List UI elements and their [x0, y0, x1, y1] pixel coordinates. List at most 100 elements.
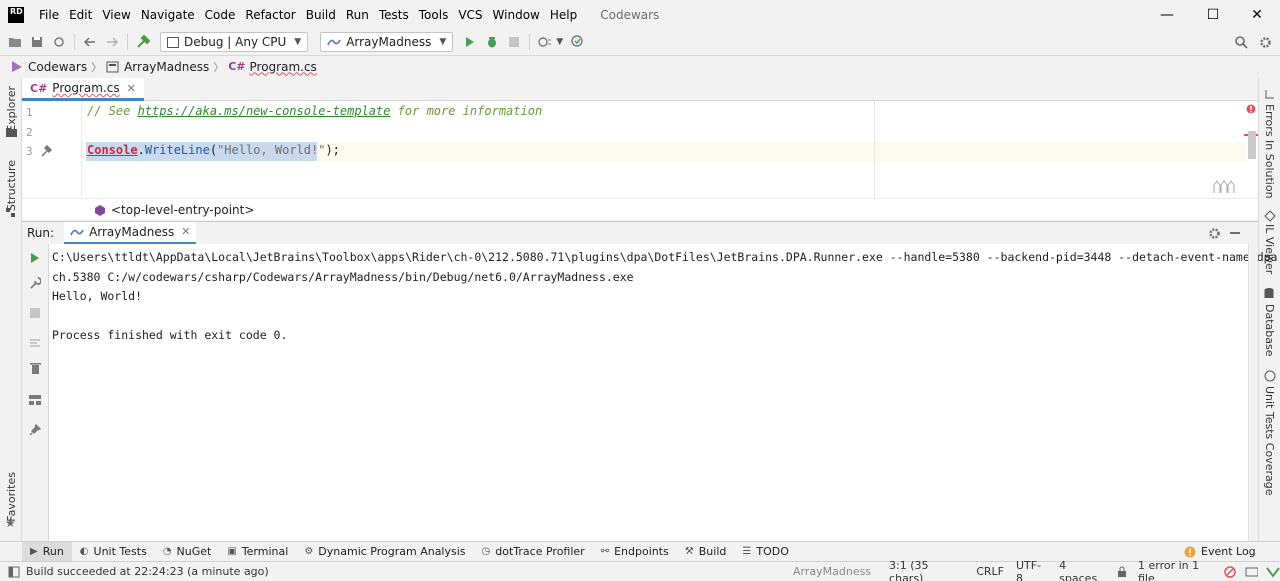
menu-refactor[interactable]: Refactor [240, 0, 300, 30]
tool-tab-nuget[interactable]: ◔ NuGet [155, 542, 220, 562]
close-tab-icon[interactable]: ✕ [181, 225, 190, 238]
menu-code[interactable]: Code [200, 0, 241, 30]
menu-edit[interactable]: Edit [64, 0, 97, 30]
title-bar: RD File Edit View Navigate Code Refactor… [0, 0, 1280, 30]
error-marker-icon[interactable] [1246, 104, 1256, 114]
settings-gear-icon[interactable] [1254, 31, 1276, 53]
status-bar: Build succeeded at 22:24:23 (a minute ag… [0, 559, 1280, 581]
open-folder-icon[interactable] [4, 31, 26, 53]
debug-bug-icon[interactable] [481, 31, 503, 53]
string-token: "Hello, World!" [217, 143, 326, 157]
maximize-button[interactable]: ☐ [1190, 0, 1236, 30]
wrench-icon[interactable] [27, 275, 43, 291]
pin-icon[interactable] [27, 422, 43, 438]
back-arrow-icon[interactable] [79, 31, 101, 53]
breadcrumb-project[interactable]: ArrayMadness [106, 60, 209, 74]
build-hammer-icon: ⚒ [684, 546, 694, 557]
tab-program-cs[interactable]: C# Program.cs ✕ [22, 78, 144, 101]
errors-in-solution-tool-tab[interactable]: Errors In Solution [1263, 104, 1276, 199]
forward-arrow-icon[interactable] [101, 31, 123, 53]
menu-file[interactable]: File [34, 0, 64, 30]
run-config-dropdown[interactable]: ArrayMadness ▼ [320, 32, 454, 52]
profiler-icon[interactable] [534, 31, 556, 53]
menu-build[interactable]: Build [301, 0, 341, 30]
settings-gear-icon[interactable] [1208, 227, 1221, 240]
search-icon[interactable] [1230, 31, 1252, 53]
lock-icon[interactable] [1116, 566, 1128, 578]
close-window-button[interactable]: ✕ [1234, 0, 1280, 30]
stop-icon[interactable] [27, 305, 43, 321]
code-editor[interactable]: 1 2 3 // See https://aka.ms/new-console-… [22, 101, 1258, 198]
save-icon[interactable] [26, 31, 48, 53]
chevron-down-icon[interactable]: ▼ [556, 37, 563, 47]
right-margin-guide [874, 101, 875, 198]
coverage-icon[interactable] [567, 31, 589, 53]
tool-tab-terminal[interactable]: ▣ Terminal [219, 542, 296, 562]
status-window-icon[interactable] [8, 566, 20, 578]
menu-navigate[interactable]: Navigate [136, 0, 200, 30]
database-tool-tab[interactable]: Database [1263, 304, 1276, 357]
layout-icon[interactable] [27, 392, 43, 408]
left-tool-strip: Explorer Structure Favorites ★ [0, 78, 22, 541]
status-encoding[interactable]: UTF-8 [1010, 559, 1053, 581]
code-structure-breadcrumb[interactable]: <top-level-entry-point> [22, 198, 1258, 220]
config-icon [167, 36, 179, 48]
tool-tab-dottrace[interactable]: ◷ dotTrace Profiler [474, 542, 593, 562]
explorer-tool-tab[interactable]: Explorer [5, 86, 18, 132]
minimize-button[interactable]: — [1144, 0, 1190, 30]
tool-tab-label: Endpoints [614, 545, 669, 558]
inlay-hints-icon[interactable] [1212, 179, 1236, 195]
status-line-separator[interactable]: CRLF [970, 565, 1010, 578]
no-entry-icon[interactable] [1223, 565, 1237, 579]
build-config-dropdown[interactable]: Debug | Any CPU ▼ [160, 32, 309, 52]
structure-icon [6, 208, 15, 217]
tool-tab-label: Dynamic Program Analysis [318, 545, 466, 558]
chevron-down-icon: ▼ [294, 37, 302, 47]
menu-vcs[interactable]: VCS [453, 0, 487, 30]
tool-tab-build[interactable]: ⚒ Build [677, 542, 735, 562]
run-play-icon[interactable] [459, 31, 481, 53]
status-caret-position[interactable]: 3:1 (35 chars) [883, 559, 970, 581]
menu-tools[interactable]: Tools [414, 0, 454, 30]
status-errors[interactable]: 1 error in 1 file [1132, 559, 1223, 581]
close-tab-icon[interactable]: ✕ [127, 82, 136, 95]
status-project[interactable]: ArrayMadness [787, 565, 877, 578]
soft-wrap-icon[interactable] [27, 335, 43, 351]
tool-tab-run[interactable]: ▶ Run [22, 541, 72, 562]
editor-scrollbar[interactable] [1248, 131, 1256, 159]
status-message[interactable]: Build succeeded at 22:24:23 (a minute ag… [20, 565, 275, 578]
project-icon [106, 61, 119, 72]
comment-link[interactable]: https://aka.ms/new-console-template [138, 104, 391, 118]
tool-tab-unit-tests[interactable]: ◐ Unit Tests [72, 542, 155, 562]
rerun-play-icon[interactable] [27, 250, 43, 266]
tool-tab-endpoints[interactable]: ⚯ Endpoints [593, 542, 677, 562]
success-check-icon[interactable] [1266, 566, 1280, 578]
build-hammer-icon[interactable] [132, 31, 154, 53]
favorites-tool-tab[interactable]: Favorites [5, 472, 18, 522]
paren-token: ); [325, 143, 340, 157]
build-hammer-icon[interactable] [40, 145, 53, 157]
tool-tab-dpa[interactable]: ⚙ Dynamic Program Analysis [296, 542, 473, 562]
trash-icon[interactable] [27, 360, 43, 376]
menu-view[interactable]: View [97, 0, 135, 30]
minimize-panel-icon[interactable] [1230, 232, 1240, 234]
cube-icon [95, 204, 105, 216]
menu-tests[interactable]: Tests [374, 0, 414, 30]
stop-icon[interactable] [503, 31, 525, 53]
run-tab-arraymadness[interactable]: ArrayMadness ✕ [64, 221, 197, 245]
structure-tool-tab[interactable]: Structure [5, 160, 18, 211]
console-scrollbar[interactable] [1248, 244, 1258, 541]
menu-run[interactable]: Run [341, 0, 374, 30]
memory-indicator-icon[interactable] [1245, 566, 1259, 578]
unit-tests-coverage-tool-tab[interactable]: Unit Tests Coverage [1263, 386, 1276, 495]
play-icon: ▶ [30, 546, 38, 557]
toolbar-separator [127, 34, 128, 50]
breadcrumb-solution[interactable]: Codewars [10, 60, 87, 74]
run-console-output[interactable]: C:\Users\ttldt\AppData\Local\JetBrains\T… [49, 244, 1280, 541]
line-number: 1 [26, 106, 33, 119]
status-indent[interactable]: 4 spaces [1053, 559, 1112, 581]
menu-window[interactable]: Window [488, 0, 545, 30]
breadcrumb-file[interactable]: C# Program.cs [228, 60, 317, 74]
menu-help[interactable]: Help [545, 0, 582, 30]
sync-icon[interactable] [48, 31, 70, 53]
